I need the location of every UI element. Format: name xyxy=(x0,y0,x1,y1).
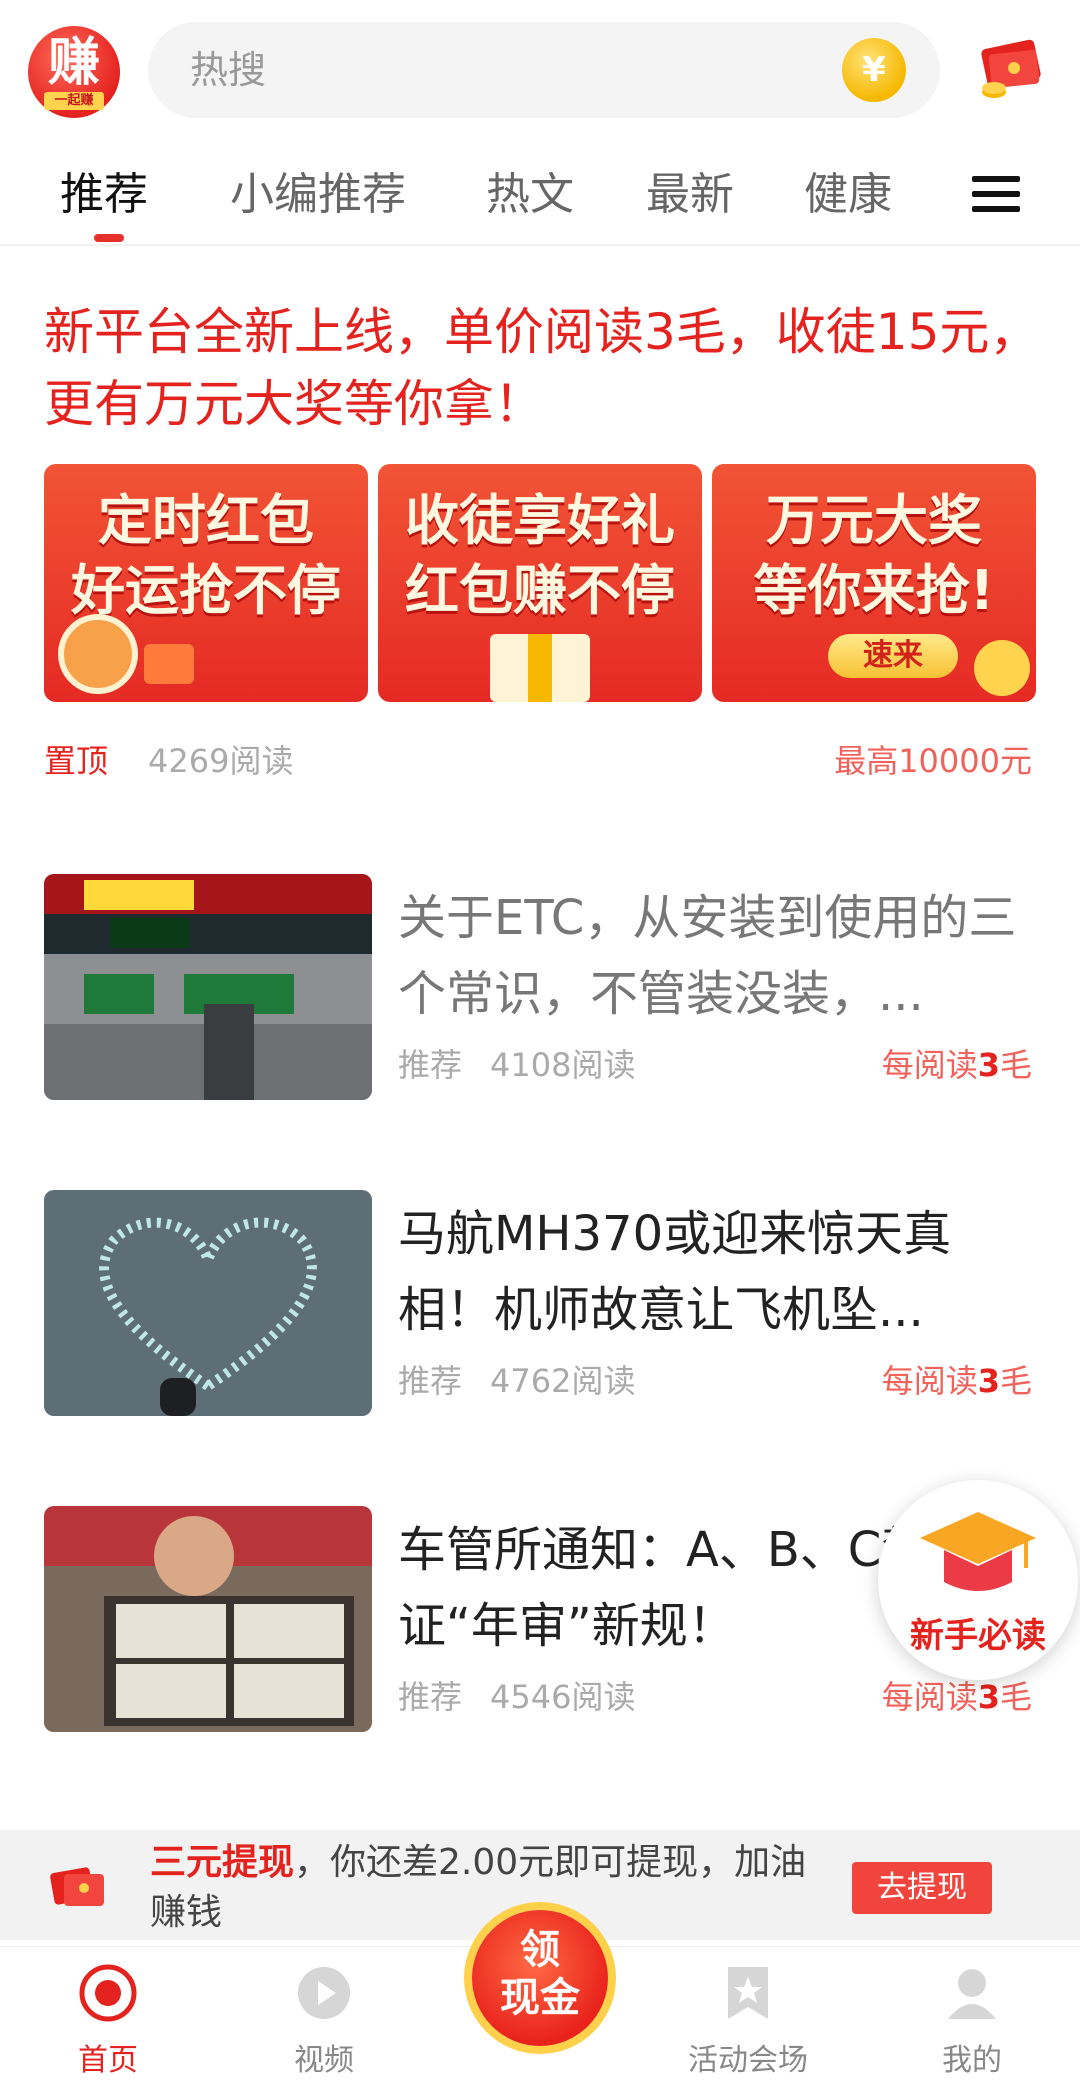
nav-label: 我的 xyxy=(942,2043,1002,2078)
logo-text: 赚 xyxy=(47,33,100,93)
alarm-clock-icon xyxy=(58,614,138,694)
reward-prefix: 每阅读 xyxy=(881,1362,978,1400)
nav-label: 视频 xyxy=(294,2043,354,2078)
article-meta: 推荐 4108阅读 xyxy=(398,1040,635,1090)
app-logo[interactable]: 赚 一起赚 xyxy=(28,26,120,118)
tab-hot[interactable]: 热文 xyxy=(486,150,574,240)
pinned-label: 置顶 xyxy=(44,742,109,780)
logo-subtext: 一起赚 xyxy=(44,92,104,110)
withdraw-highlight: 三元提现 xyxy=(150,1842,295,1883)
reward-amount: 3 xyxy=(977,1046,1000,1084)
article-read-count: 4762阅读 xyxy=(490,1362,636,1400)
article-tag: 推荐 xyxy=(398,1678,463,1716)
search-bar[interactable]: 热搜 ¥ xyxy=(148,22,940,118)
banner-line1: 收徒享好礼 xyxy=(405,489,675,552)
coin-icon[interactable]: ¥ xyxy=(842,38,906,102)
graduation-cap-icon xyxy=(920,1512,1036,1591)
red-envelope-icon[interactable] xyxy=(976,34,1046,104)
promo-banner-timed-redpacket[interactable]: 定时红包 好运抢不停 xyxy=(44,464,368,702)
coin-icon xyxy=(974,640,1030,696)
promo-read-count: 4269阅读 xyxy=(148,742,294,780)
article-thumbnail xyxy=(44,1190,372,1416)
newbie-guide-label: 新手必读 xyxy=(910,1616,1046,1656)
cash-button-line2: 现金 xyxy=(500,1975,580,2021)
article-meta: 推荐 4762阅读 xyxy=(398,1356,635,1406)
banner-line2: 红包赚不停 xyxy=(405,559,675,622)
article-tag: 推荐 xyxy=(398,1362,463,1400)
article-reward: 每阅读3毛 xyxy=(882,1040,1032,1090)
article-item[interactable]: 马航MH370或迎来惊天真相！机师故意让飞机坠... 推荐 4762阅读 每阅读3… xyxy=(0,1190,1080,1420)
nav-label: 首页 xyxy=(78,2043,138,2078)
nav-profile[interactable]: 我的 xyxy=(864,1947,1080,2084)
nav-label: 活动会场 xyxy=(688,2043,808,2078)
reward-prefix: 每阅读 xyxy=(881,1046,978,1084)
banner-line1: 万元大奖 xyxy=(766,489,982,552)
banner-cta-button[interactable]: 速来 xyxy=(828,634,958,678)
reward-amount: 3 xyxy=(977,1678,1000,1716)
banner-line1: 定时红包 xyxy=(98,489,314,552)
article-read-count: 4108阅读 xyxy=(490,1046,636,1084)
banner-line2: 等你来抢! xyxy=(753,559,995,622)
event-bookmark-icon xyxy=(728,1967,768,2019)
red-envelope-icon xyxy=(144,644,194,684)
promo-banner-grand-prize[interactable]: 万元大奖 等你来抢! 速来 xyxy=(712,464,1036,702)
active-tab-indicator xyxy=(94,234,124,242)
top-header: 赚 一起赚 热搜 ¥ xyxy=(0,0,1080,140)
cash-button-line1: 领 xyxy=(520,1927,560,1973)
withdraw-button[interactable]: 去提现 xyxy=(852,1862,992,1914)
article-read-count: 4546阅读 xyxy=(490,1678,636,1716)
home-icon xyxy=(79,1964,137,2022)
claim-cash-button[interactable]: 领 现金 xyxy=(472,1910,608,2046)
reward-unit: 毛 xyxy=(999,1678,1032,1716)
reward-prefix: 每阅读 xyxy=(881,1678,978,1716)
menu-icon[interactable] xyxy=(972,170,1020,218)
newbie-guide-button[interactable]: 新手必读 xyxy=(878,1480,1078,1680)
category-tabs: 推荐 小编推荐 热文 最新 健康 xyxy=(0,150,1080,246)
article-meta: 推荐 4546阅读 xyxy=(398,1672,635,1722)
pinned-promo-title[interactable]: 新平台全新上线，单价阅读3毛，收徒15元，更有万元大奖等你拿！ xyxy=(44,296,1044,440)
nav-video[interactable]: 视频 xyxy=(216,1947,432,2084)
gift-ribbon-icon xyxy=(528,634,552,702)
article-item[interactable]: 关于ETC，从安装到使用的三个常识，不管装没装，... 推荐 4108阅读 每阅读… xyxy=(0,874,1080,1104)
promo-banner-invite-gift[interactable]: 收徒享好礼 红包赚不停 xyxy=(378,464,702,702)
article-reward: 每阅读3毛 xyxy=(882,1356,1032,1406)
article-reward: 每阅读3毛 xyxy=(882,1672,1032,1722)
reward-amount: 3 xyxy=(977,1362,1000,1400)
article-title: 关于ETC，从安装到使用的三个常识，不管装没装，... xyxy=(398,890,1017,1022)
tab-latest[interactable]: 最新 xyxy=(646,150,734,240)
reward-unit: 毛 xyxy=(999,1362,1032,1400)
promo-max-reward: 最高10000元 xyxy=(834,742,1032,780)
search-placeholder: 热搜 xyxy=(190,48,267,92)
article-title: 马航MH370或迎来惊天真相！机师故意让飞机坠... xyxy=(398,1206,952,1338)
article-thumbnail xyxy=(44,1506,372,1732)
video-play-icon xyxy=(298,1967,350,2019)
profile-icon xyxy=(948,1969,996,2019)
tab-recommend[interactable]: 推荐 xyxy=(60,150,148,240)
tab-editor-picks[interactable]: 小编推荐 xyxy=(230,150,406,240)
article-tag: 推荐 xyxy=(398,1046,463,1084)
withdraw-message: 三元提现，你还差2.00元即可提现，加油赚钱 xyxy=(150,1838,830,1938)
nav-events[interactable]: 活动会场 xyxy=(640,1947,856,2084)
nav-home[interactable]: 首页 xyxy=(0,1947,216,2084)
reward-unit: 毛 xyxy=(999,1046,1032,1084)
tab-health[interactable]: 健康 xyxy=(804,150,892,240)
red-envelope-icon xyxy=(50,1867,104,1906)
article-thumbnail xyxy=(44,874,372,1100)
